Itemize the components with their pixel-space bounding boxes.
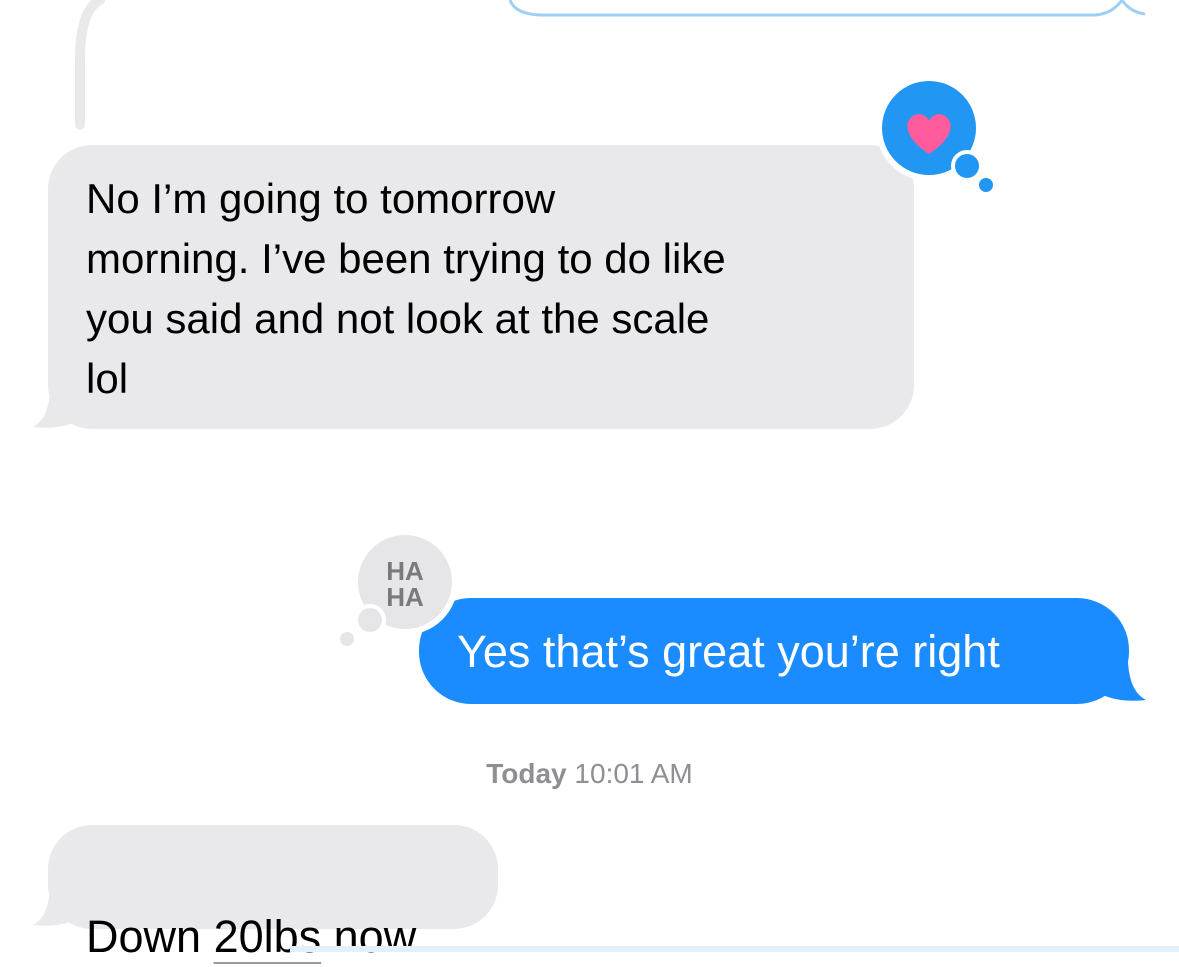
timestamp: Today 10:01 AM — [0, 758, 1179, 790]
data-detector-link[interactable]: 20lbs — [214, 911, 322, 962]
haha-tapback[interactable]: HA HA — [335, 532, 460, 650]
message-text: No I’m going to tomorrow morning. I’ve b… — [86, 175, 726, 402]
message-bubble[interactable]: Yes that’s great you’re right — [419, 598, 1129, 704]
message-text-before: Down — [86, 911, 214, 962]
heart-tapback[interactable] — [875, 78, 1000, 198]
message-bubble[interactable]: No I’m going to tomorrow morning. I’ve b… — [48, 145, 914, 429]
message-text-after: now — [321, 911, 417, 962]
message-row-outgoing: Yes that’s great you’re right — [0, 598, 1179, 708]
previous-message-fragments — [75, 0, 1146, 130]
message-row-incoming-1: No I’m going to tomorrow morning. I’ve b… — [0, 145, 1179, 435]
timestamp-day: Today — [486, 758, 567, 789]
message-text: Yes that’s great you’re right — [457, 626, 1000, 677]
haha-label-line2: HA — [386, 582, 424, 612]
message-bubble[interactable]: Down 20lbs now — [48, 825, 498, 962]
timestamp-time: 10:01 AM — [574, 758, 693, 789]
message-row-incoming-2: Down 20lbs now — [0, 825, 1179, 962]
bottom-edge — [290, 946, 1179, 952]
